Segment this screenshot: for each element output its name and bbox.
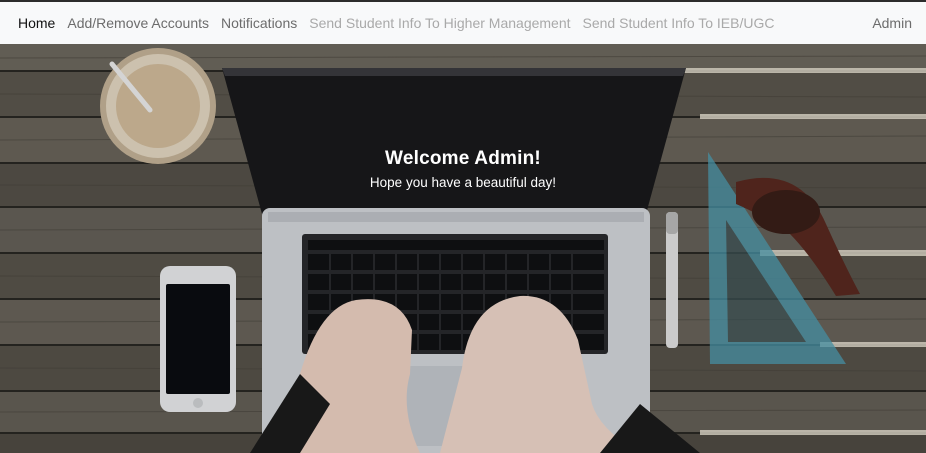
nav-admin-user-link[interactable]: Admin [872, 15, 912, 31]
hero-banner: Welcome Admin! Hope you have a beautiful… [0, 44, 926, 453]
welcome-title: Welcome Admin! [385, 148, 541, 169]
nav-send-ieb-ugc-link[interactable]: Send Student Info To IEB/UGC [583, 15, 775, 31]
nav-notifications-link[interactable]: Notifications [221, 15, 297, 31]
welcome-subtitle: Hope you have a beautiful day! [369, 175, 557, 190]
desk-background-illustration [0, 44, 926, 453]
nav-add-remove-accounts-link[interactable]: Add/Remove Accounts [67, 15, 209, 31]
nav-send-higher-management-link[interactable]: Send Student Info To Higher Management [309, 15, 570, 31]
nav-home-link[interactable]: Home [18, 15, 55, 31]
top-navbar: Home Add/Remove Accounts Notifications S… [0, 0, 926, 44]
